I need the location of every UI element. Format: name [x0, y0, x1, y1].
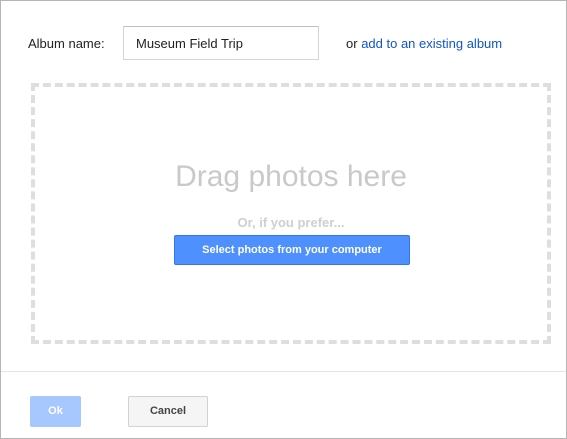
prefer-hint: Or, if you prefer...	[237, 215, 345, 230]
select-photos-button[interactable]: Select photos from your computer	[174, 235, 410, 265]
cancel-button[interactable]: Cancel	[128, 396, 208, 427]
drag-photos-heading: Drag photos here	[175, 160, 407, 193]
or-label: or	[346, 36, 358, 51]
album-name-label: Album name:	[28, 36, 105, 51]
upload-dialog: Album name: or add to an existing album …	[0, 0, 567, 439]
ok-button[interactable]: Ok	[30, 396, 81, 427]
photo-drop-zone[interactable]: Drag photos here Or, if you prefer... Se…	[31, 83, 551, 344]
existing-album-option: or add to an existing album	[346, 36, 502, 51]
album-name-row: Album name: or add to an existing album	[28, 26, 546, 62]
add-to-existing-album-link[interactable]: add to an existing album	[361, 36, 502, 51]
dialog-footer: Ok Cancel	[1, 372, 566, 438]
album-name-input[interactable]	[123, 26, 319, 60]
